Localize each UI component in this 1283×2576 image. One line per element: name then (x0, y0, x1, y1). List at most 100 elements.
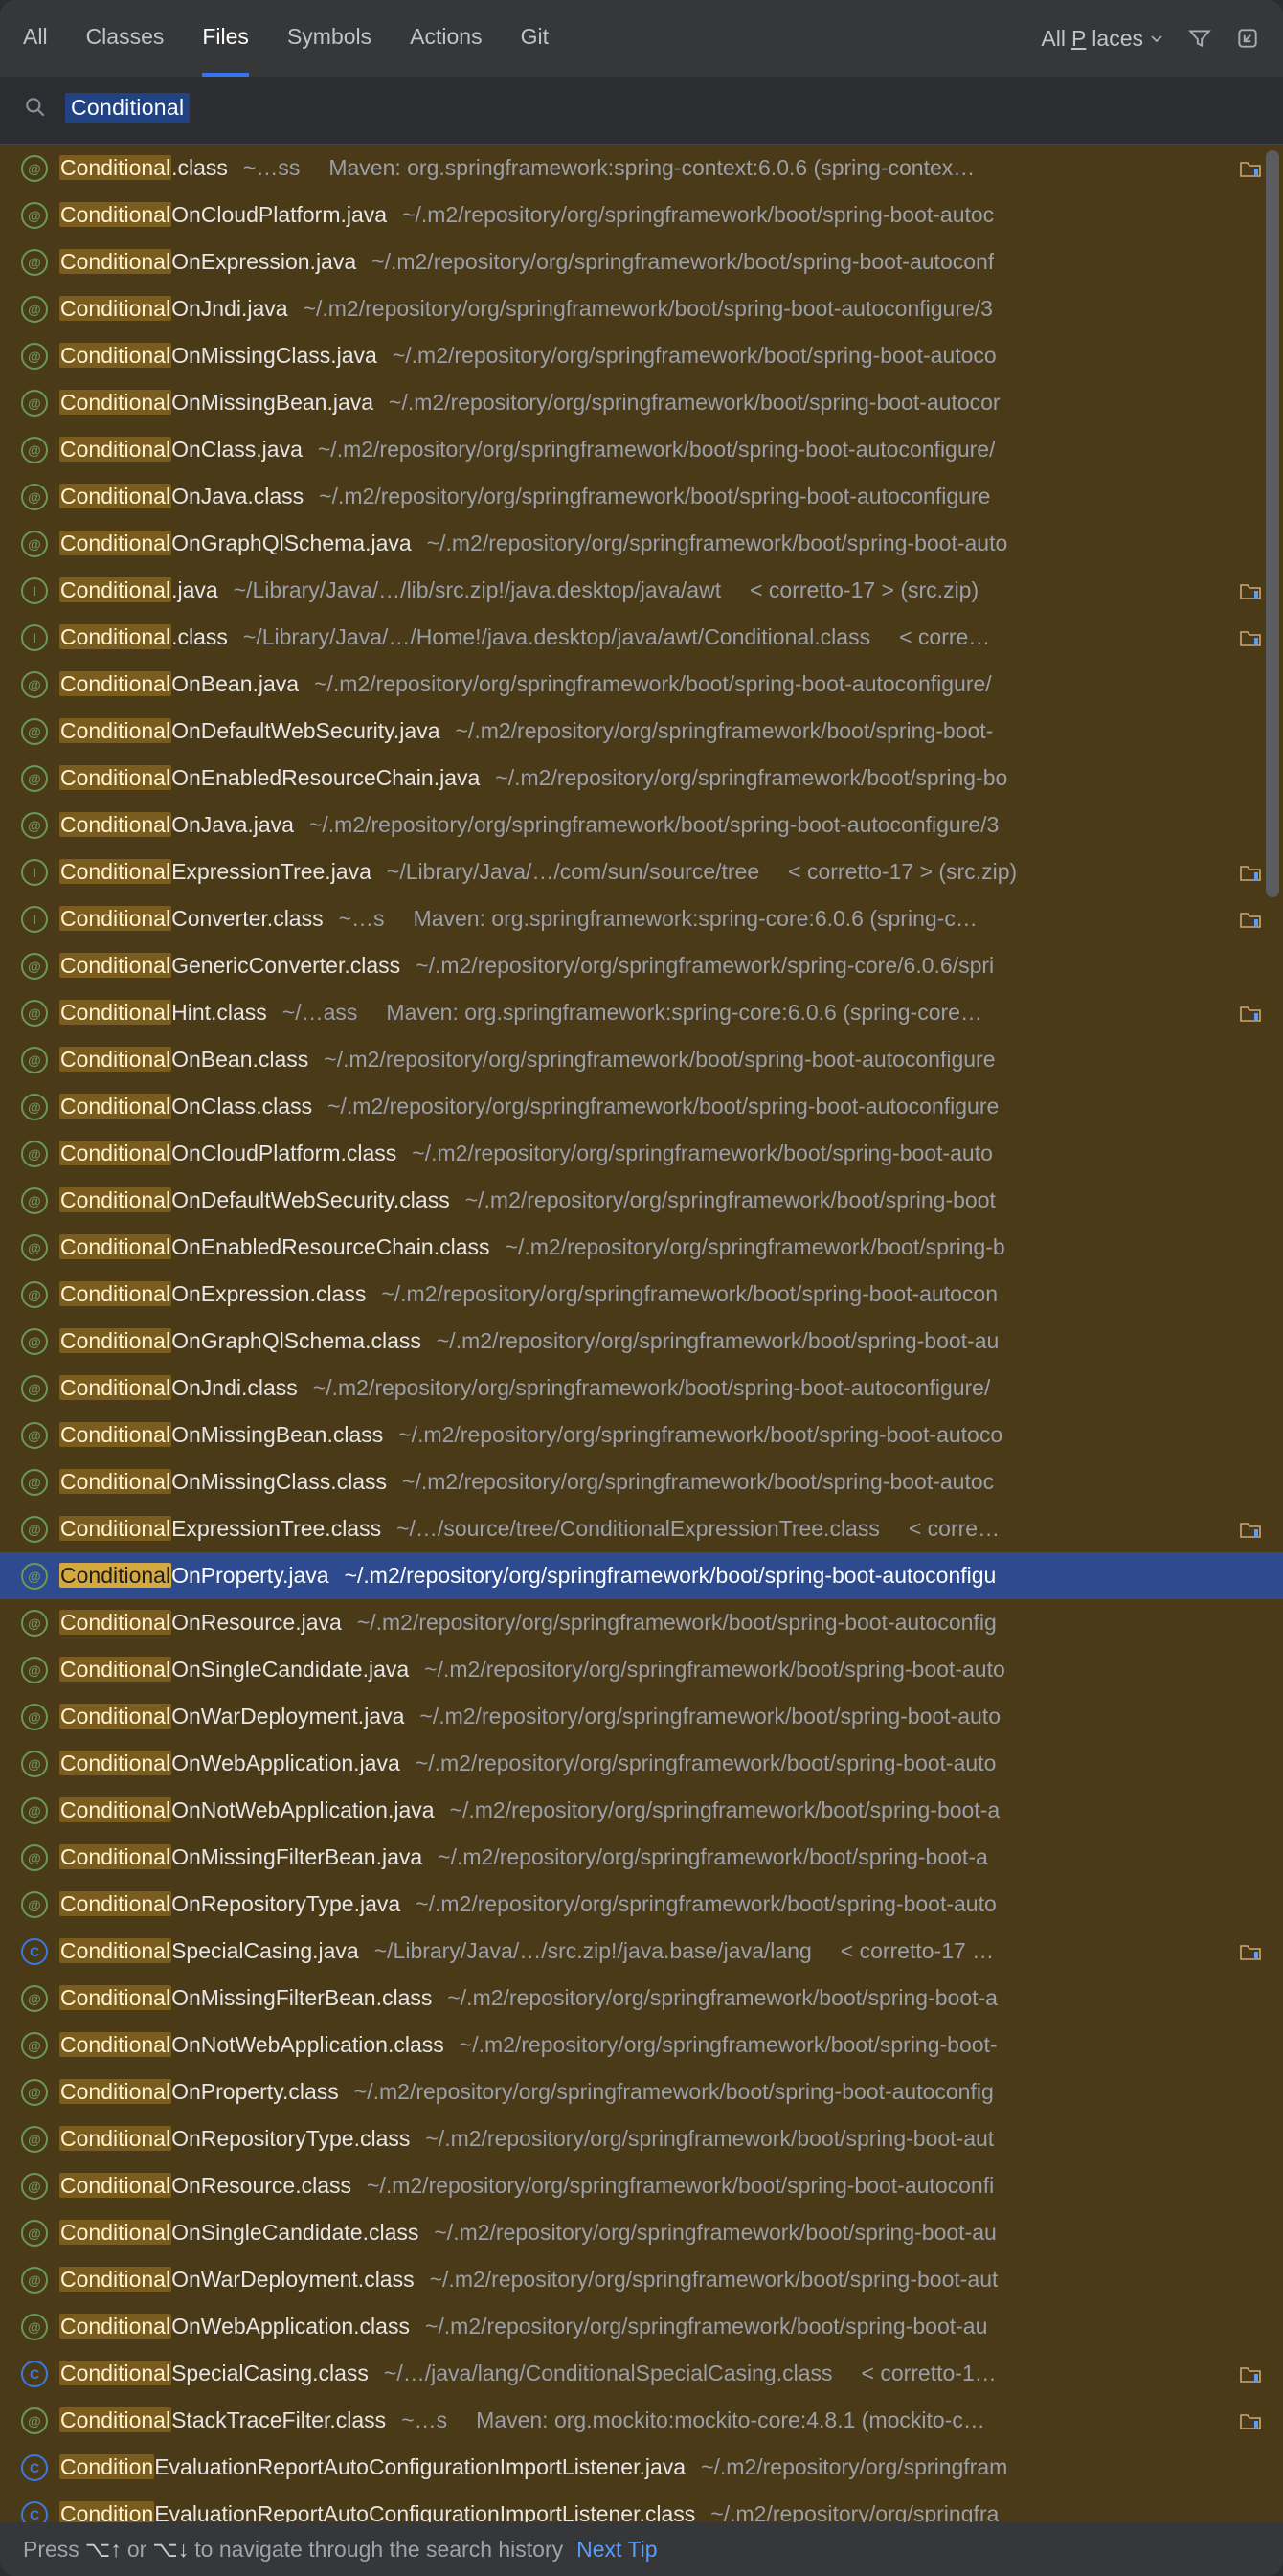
tab-files[interactable]: Files (202, 0, 249, 77)
result-row[interactable]: IConditional.class~/Library/Java/…/Home!… (0, 614, 1283, 661)
result-row[interactable]: @ConditionalOnRepositoryType.class~/.m2/… (0, 2115, 1283, 2162)
result-row[interactable]: @ConditionalOnResource.java~/.m2/reposit… (0, 1599, 1283, 1646)
open-folder-icon[interactable] (1239, 2411, 1262, 2430)
open-folder-icon[interactable] (1239, 2364, 1262, 2384)
result-row[interactable]: @ConditionalOnSingleCandidate.java~/.m2/… (0, 1646, 1283, 1693)
result-row[interactable]: @ConditionalOnClass.java~/.m2/repository… (0, 426, 1283, 473)
file-name: ConditionalExpressionTree.java (59, 859, 371, 885)
result-row[interactable]: CConditionEvaluationReportAutoConfigurat… (0, 2491, 1283, 2522)
result-row[interactable]: CConditionalSpecialCasing.class~/…/java/… (0, 2350, 1283, 2397)
file-path: ~/.m2/repository/org/springframework/boo… (434, 2220, 996, 2246)
next-tip-link[interactable]: Next Tip (576, 2537, 657, 2563)
annotation-icon: @ (21, 1985, 48, 2012)
result-row[interactable]: @ConditionalOnDefaultWebSecurity.java~/.… (0, 708, 1283, 755)
result-row[interactable]: @ConditionalOnSingleCandidate.class~/.m2… (0, 2209, 1283, 2256)
result-row[interactable]: @ConditionalOnGraphQlSchema.java~/.m2/re… (0, 520, 1283, 567)
scrollbar[interactable] (1266, 145, 1279, 2522)
result-row[interactable]: @ConditionalOnRepositoryType.java~/.m2/r… (0, 1881, 1283, 1928)
result-row[interactable]: CConditionalSpecialCasing.java~/Library/… (0, 1928, 1283, 1975)
result-row[interactable]: @ConditionalOnGraphQlSchema.class~/.m2/r… (0, 1318, 1283, 1365)
result-row[interactable]: @ConditionalOnBean.class~/.m2/repository… (0, 1036, 1283, 1083)
open-folder-icon[interactable] (1239, 863, 1262, 882)
result-row[interactable]: @ConditionalOnCloudPlatform.class~/.m2/r… (0, 1130, 1283, 1177)
file-path: ~/.m2/repository/org/springframework/boo… (425, 2126, 994, 2152)
annotation-icon: @ (21, 1328, 48, 1355)
annotation-icon: @ (21, 437, 48, 463)
result-row[interactable]: @ConditionalOnEnabledResourceChain.class… (0, 1224, 1283, 1271)
result-row[interactable]: @ConditionalOnNotWebApplication.java~/.m… (0, 1787, 1283, 1834)
open-folder-icon[interactable] (1239, 159, 1262, 178)
result-row[interactable]: IConditional.java~/Library/Java/…/lib/sr… (0, 567, 1283, 614)
tab-git[interactable]: Git (521, 0, 549, 77)
tab-actions[interactable]: Actions (410, 0, 482, 77)
search-everywhere-popup: All Classes Files Symbols Actions Git All Pla… (0, 0, 1283, 2576)
tab-classes[interactable]: Classes (86, 0, 165, 77)
tab-all[interactable]: All (23, 0, 48, 77)
result-row[interactable]: @ConditionalOnMissingFilterBean.class~/.… (0, 1975, 1283, 2022)
result-row[interactable]: @ConditionalOnJndi.java~/.m2/repository/… (0, 285, 1283, 332)
result-row[interactable]: @ConditionalOnDefaultWebSecurity.class~/… (0, 1177, 1283, 1224)
result-row[interactable]: @ConditionalOnMissingClass.class~/.m2/re… (0, 1458, 1283, 1505)
file-extra: Maven: org.springframework:spring-core:6… (414, 906, 978, 932)
open-folder-icon[interactable] (1239, 910, 1262, 929)
annotation-icon: @ (21, 296, 48, 323)
result-row[interactable]: @ConditionalOnCloudPlatform.java~/.m2/re… (0, 192, 1283, 238)
file-path: ~/.m2/repository/org/springframework/boo… (447, 1985, 998, 2011)
result-row[interactable]: @Conditional.class~…ssMaven: org.springf… (0, 145, 1283, 192)
result-row[interactable]: @ConditionalOnWarDeployment.class~/.m2/r… (0, 2256, 1283, 2303)
file-name: ConditionalOnResource.java (59, 1610, 342, 1636)
result-row[interactable]: CConditionEvaluationReportAutoConfigurat… (0, 2444, 1283, 2491)
result-row[interactable]: @ConditionalOnJava.java~/.m2/repository/… (0, 802, 1283, 848)
result-row[interactable]: @ConditionalExpressionTree.class~/…/sour… (0, 1505, 1283, 1552)
result-row[interactable]: IConditionalExpressionTree.java~/Library… (0, 848, 1283, 895)
file-extra: Maven: org.springframework:spring-core:6… (386, 1000, 982, 1026)
result-row[interactable]: @ConditionalGenericConverter.class~/.m2/… (0, 942, 1283, 989)
result-row[interactable]: @ConditionalOnJndi.class~/.m2/repository… (0, 1365, 1283, 1412)
result-row[interactable]: @ConditionalOnMissingFilterBean.java~/.m… (0, 1834, 1283, 1881)
file-name: Conditional.class (59, 624, 228, 650)
tab-symbols[interactable]: Symbols (287, 0, 371, 77)
result-row[interactable]: @ConditionalOnMissingBean.class~/.m2/rep… (0, 1412, 1283, 1458)
file-name: ConditionalOnMissingFilterBean.java (59, 1844, 422, 1870)
file-path: ~/.m2/repository/org/springframework/boo… (324, 1047, 995, 1073)
filter-icon[interactable] (1187, 26, 1212, 51)
result-row[interactable]: @ConditionalOnWarDeployment.java~/.m2/re… (0, 1693, 1283, 1740)
annotation-icon: @ (21, 1891, 48, 1918)
result-row[interactable]: @ConditionalOnBean.java~/.m2/repository/… (0, 661, 1283, 708)
open-folder-icon[interactable] (1239, 1942, 1262, 1961)
result-row[interactable]: @ConditionalHint.class~/…assMaven: org.s… (0, 989, 1283, 1036)
results-list: @Conditional.class~…ssMaven: org.springf… (0, 144, 1283, 2522)
result-row[interactable]: @ConditionalOnResource.class~/.m2/reposi… (0, 2162, 1283, 2209)
annotation-icon: @ (21, 2126, 48, 2153)
file-name: ConditionalOnJava.class (59, 484, 304, 509)
open-folder-icon[interactable] (1239, 1004, 1262, 1023)
file-path: ~/.m2/repository/org/springframework/boo… (319, 484, 990, 509)
file-extra: < corretto-17 > (src.zip) (788, 859, 1017, 885)
result-row[interactable]: @ConditionalStackTraceFilter.class~…sMav… (0, 2397, 1283, 2444)
pin-icon[interactable] (1235, 26, 1260, 51)
result-row[interactable]: IConditionalConverter.class~…sMaven: org… (0, 895, 1283, 942)
file-name: ConditionalOnNotWebApplication.java (59, 1797, 435, 1823)
result-row[interactable]: @ConditionalOnEnabledResourceChain.java~… (0, 755, 1283, 802)
result-row[interactable]: @ConditionalOnProperty.class~/.m2/reposi… (0, 2068, 1283, 2115)
scrollbar-thumb[interactable] (1266, 150, 1279, 897)
result-row[interactable]: @ConditionalOnProperty.java~/.m2/reposit… (0, 1552, 1283, 1599)
result-row[interactable]: @ConditionalOnExpression.java~/.m2/repos… (0, 238, 1283, 285)
annotation-icon: @ (21, 1047, 48, 1073)
annotation-icon: @ (21, 2173, 48, 2200)
search-input[interactable]: Conditional (65, 93, 190, 123)
scope-selector[interactable]: All Places (1041, 26, 1164, 52)
result-row[interactable]: @ConditionalOnWebApplication.class~/.m2/… (0, 2303, 1283, 2350)
open-folder-icon[interactable] (1239, 1520, 1262, 1539)
result-row[interactable]: @ConditionalOnMissingClass.java~/.m2/rep… (0, 332, 1283, 379)
result-row[interactable]: @ConditionalOnExpression.class~/.m2/repo… (0, 1271, 1283, 1318)
open-folder-icon[interactable] (1239, 581, 1262, 600)
file-name: ConditionalOnDefaultWebSecurity.class (59, 1187, 450, 1213)
result-row[interactable]: @ConditionalOnMissingBean.java~/.m2/repo… (0, 379, 1283, 426)
result-row[interactable]: @ConditionalOnNotWebApplication.class~/.… (0, 2022, 1283, 2068)
open-folder-icon[interactable] (1239, 628, 1262, 647)
result-row[interactable]: @ConditionalOnClass.class~/.m2/repositor… (0, 1083, 1283, 1130)
file-name: ConditionalOnMissingBean.class (59, 1422, 383, 1448)
result-row[interactable]: @ConditionalOnJava.class~/.m2/repository… (0, 473, 1283, 520)
result-row[interactable]: @ConditionalOnWebApplication.java~/.m2/r… (0, 1740, 1283, 1787)
